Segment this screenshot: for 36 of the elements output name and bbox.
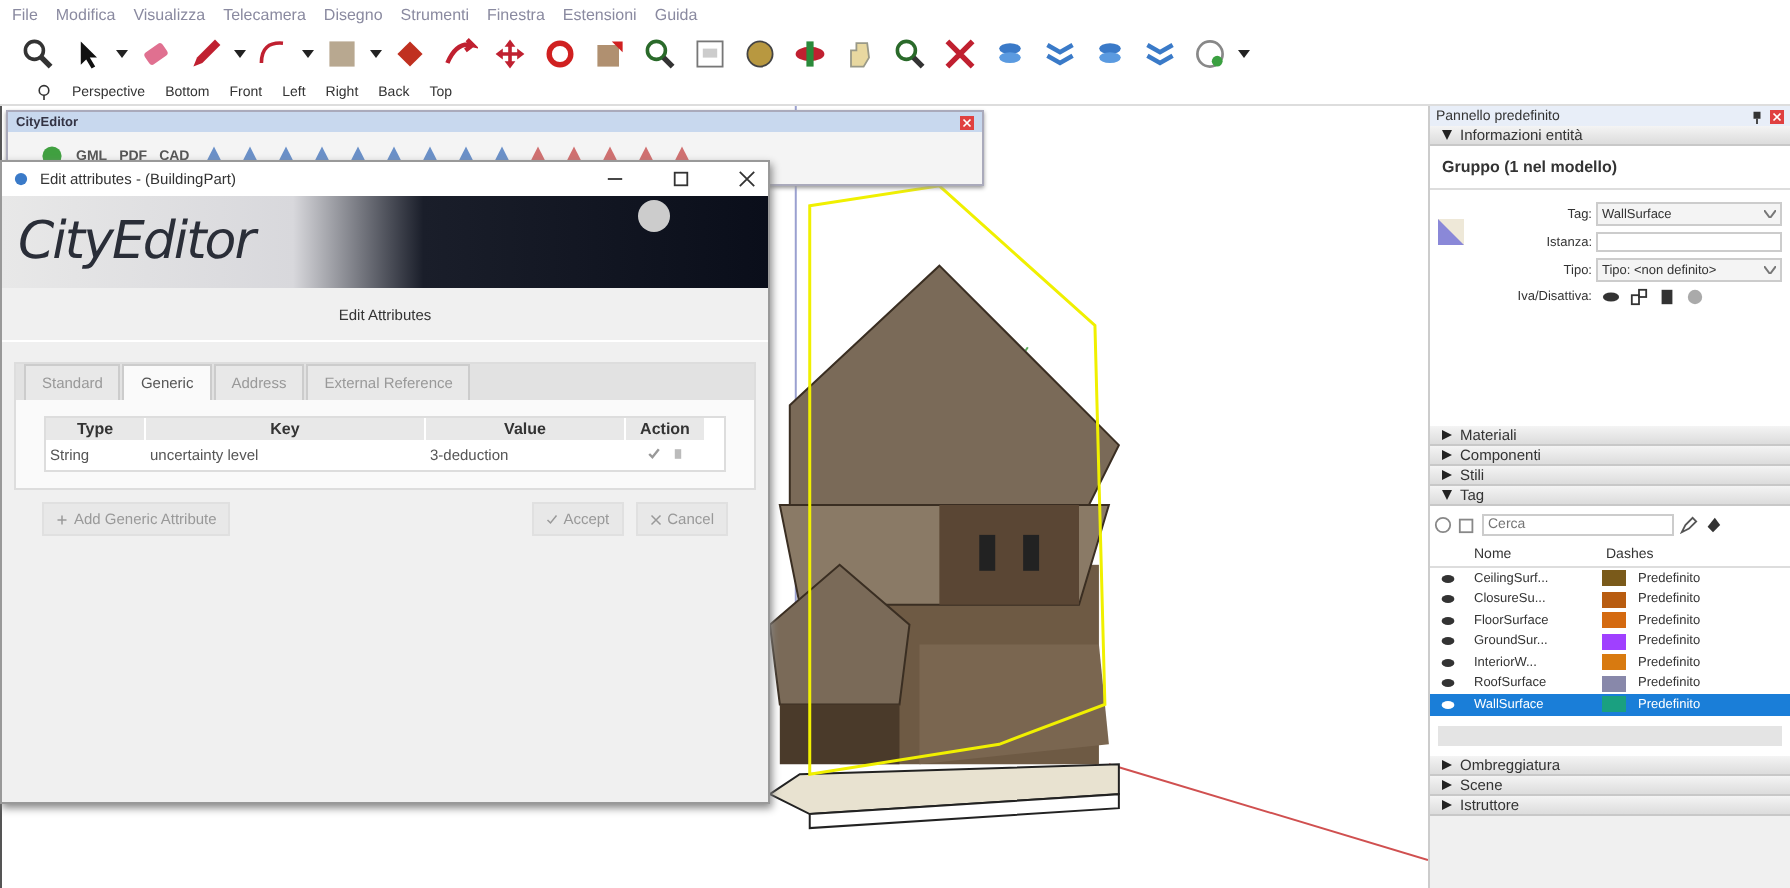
plus-icon [56, 513, 68, 525]
check-icon [545, 513, 558, 525]
zoom-icon[interactable] [892, 36, 928, 72]
menu-item[interactable]: Modifica [55, 5, 116, 23]
diamond-icon[interactable] [392, 36, 428, 72]
chevron-down-icon [1764, 266, 1776, 274]
caret-icon[interactable] [302, 50, 314, 58]
pin-icon[interactable] [1750, 109, 1764, 123]
logo: CityEditor [18, 212, 254, 272]
close-icon [649, 513, 662, 525]
square-icon[interactable] [592, 36, 628, 72]
check-icon[interactable] [646, 446, 662, 462]
moon-icon [638, 200, 670, 232]
search-icon[interactable] [36, 84, 52, 100]
caret-icon[interactable] [1238, 50, 1250, 58]
eye-icon[interactable] [1602, 288, 1620, 306]
image-icon[interactable] [692, 36, 728, 72]
cross-arrows-icon[interactable] [492, 36, 528, 72]
column-header: Key [146, 418, 426, 440]
input-field[interactable] [1596, 232, 1782, 252]
caret-icon[interactable] [370, 50, 382, 58]
pencil-icon[interactable] [188, 36, 224, 72]
column-header: Type [46, 418, 146, 440]
entity-name: Gruppo (1 nel modello) [1430, 146, 1790, 190]
maximize-icon[interactable] [672, 170, 690, 188]
chevron-down-icon [1764, 210, 1776, 218]
pencil-icon[interactable] [1680, 515, 1698, 533]
column-header: Value [426, 418, 626, 440]
scroll-bar[interactable] [1438, 725, 1782, 745]
magnifier-icon[interactable] [642, 36, 678, 72]
caret-icon[interactable] [234, 50, 246, 58]
close-icon[interactable] [738, 170, 756, 188]
search-icon[interactable] [20, 36, 56, 72]
app-icon [14, 172, 28, 186]
column-header: Action [626, 418, 706, 440]
caret-icon[interactable] [116, 50, 128, 58]
